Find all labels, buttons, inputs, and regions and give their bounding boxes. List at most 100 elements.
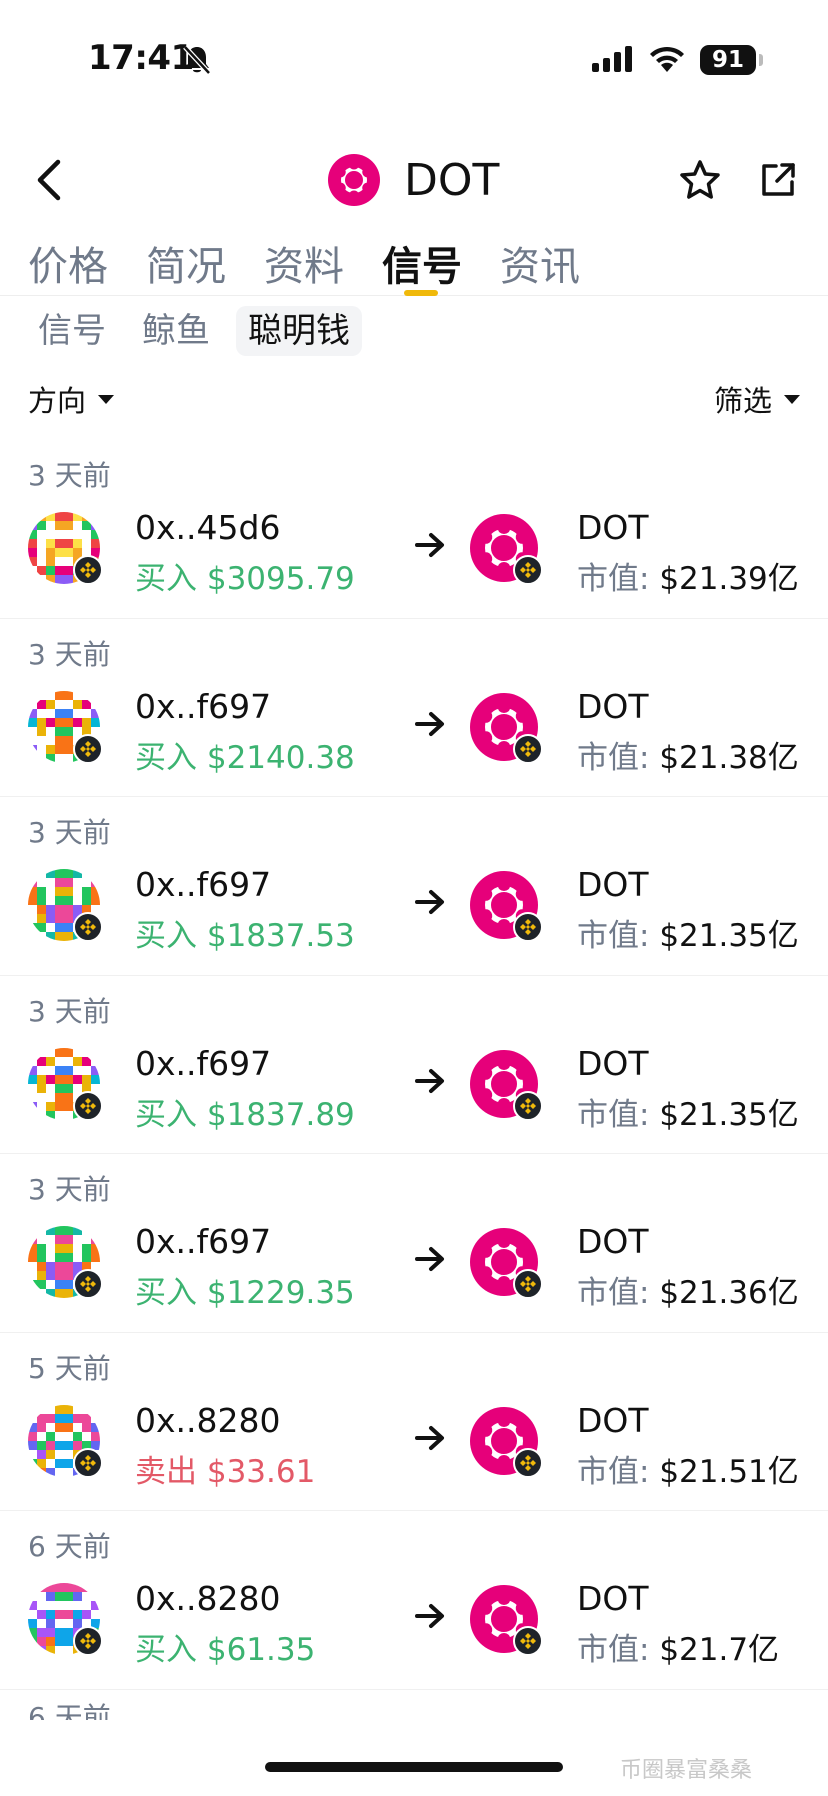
row-time: 3 天前 xyxy=(28,816,111,849)
home-indicator[interactable] xyxy=(265,1762,563,1772)
wallet-address[interactable]: 0x..8280 xyxy=(135,1401,281,1440)
token-name: DOT xyxy=(577,1579,649,1618)
trade-action: 卖出 $33.61 xyxy=(135,1446,315,1491)
trade-amount: $1229.35 xyxy=(206,1275,355,1311)
arrow-right-icon xyxy=(414,709,446,743)
market-cap: 市值: $21.51亿 xyxy=(577,1446,799,1491)
sub-tabs: 信号 鲸鱼 聪明钱 xyxy=(0,306,828,356)
market-cap-value: $21.36亿 xyxy=(659,1275,799,1311)
bnb-chain-icon xyxy=(513,1090,543,1121)
subtab-smart-money[interactable]: 聪明钱 xyxy=(236,306,362,356)
wifi-icon xyxy=(648,44,686,76)
wallet-address[interactable]: 0x..f697 xyxy=(135,1222,271,1261)
wallet-address[interactable]: 0x..f697 xyxy=(135,1044,271,1083)
screen-filter[interactable]: 筛选 xyxy=(714,378,801,420)
subtab-whales[interactable]: 鲸鱼 xyxy=(130,306,222,356)
direction-filter[interactable]: 方向 xyxy=(28,378,115,420)
chevron-left-icon xyxy=(37,159,61,201)
bnb-chain-icon xyxy=(73,555,103,585)
trade-action-type: 买入 xyxy=(135,1632,197,1668)
tab-price[interactable]: 价格 xyxy=(28,234,108,292)
wallet-address[interactable]: 0x..f697 xyxy=(135,865,271,904)
subtab-signals[interactable]: 信号 xyxy=(26,306,118,356)
header: DOT xyxy=(0,140,828,220)
trade-action: 买入 $2140.38 xyxy=(135,732,355,777)
battery-icon: 91 xyxy=(700,45,756,75)
arrow-right-icon xyxy=(414,1244,446,1278)
list-item[interactable]: 3 天前 0x..f697 买入 $1837.53 DOT 市值: $21.35… xyxy=(0,797,828,976)
market-cap: 市值: $21.7亿 xyxy=(577,1624,779,1669)
tab-news[interactable]: 资讯 xyxy=(500,234,580,292)
page-title-text: DOT xyxy=(404,154,500,206)
market-cap-value: $21.35亿 xyxy=(659,1096,799,1133)
trade-amount: $1837.89 xyxy=(206,1096,355,1133)
row-time: 3 天前 xyxy=(28,1173,111,1206)
market-cap-label: 市值: xyxy=(577,1096,650,1133)
bnb-chain-icon xyxy=(513,1269,543,1299)
active-tab-indicator xyxy=(404,290,438,296)
bnb-chain-icon xyxy=(513,1626,543,1656)
row-time: 3 天前 xyxy=(28,994,111,1028)
market-cap: 市值: $21.38亿 xyxy=(577,732,799,777)
back-button[interactable] xyxy=(20,150,80,210)
token-name: DOT xyxy=(577,686,649,726)
token-name: DOT xyxy=(577,508,649,547)
main-tabs: 价格 简况 资料 信号 资讯 xyxy=(0,230,828,296)
market-cap-label: 市值: xyxy=(577,918,650,954)
market-cap-value: $21.51亿 xyxy=(659,1453,799,1490)
market-cap: 市值: $21.35亿 xyxy=(577,910,799,955)
star-icon xyxy=(680,160,720,199)
token-name: DOT xyxy=(577,1043,649,1083)
row-time: 6 天前 xyxy=(28,1530,111,1563)
trade-action-type: 买入 xyxy=(135,1275,197,1311)
list-item[interactable]: 6 天前 0x..8280 买入 $61.35 DOT 市值: $21.7亿 xyxy=(0,1511,828,1690)
smart-money-list: 3 天前 0x..45d6 买入 $3095.79 DOT 市值: $21.39… xyxy=(0,440,828,1690)
market-cap-value: $21.38亿 xyxy=(659,739,799,776)
tab-info[interactable]: 资料 xyxy=(264,234,344,292)
share-button[interactable] xyxy=(750,152,806,208)
bnb-chain-icon xyxy=(73,1090,103,1121)
trade-action: 买入 $61.35 xyxy=(135,1624,315,1669)
list-item[interactable]: 5 天前 0x..8280 卖出 $33.61 DOT 市值: $21.51亿 xyxy=(0,1333,828,1511)
list-item[interactable]: 3 天前 0x..f697 买入 $1837.89 DOT 市值: $21.35… xyxy=(0,976,828,1154)
trade-action-type: 买入 xyxy=(135,918,197,954)
tab-signals[interactable]: 信号 xyxy=(382,234,462,292)
bnb-chain-icon xyxy=(73,1626,103,1656)
favorite-button[interactable] xyxy=(672,152,728,208)
list-item[interactable]: 3 天前 0x..f697 买入 $2140.38 DOT 市值: $21.38… xyxy=(0,619,828,797)
trade-amount: $61.35 xyxy=(206,1632,316,1668)
wallet-address[interactable]: 0x..45d6 xyxy=(135,508,280,547)
wallet-address[interactable]: 0x..8280 xyxy=(135,1579,281,1618)
list-item[interactable]: 3 天前 0x..45d6 买入 $3095.79 DOT 市值: $21.39… xyxy=(0,440,828,619)
list-item[interactable]: 3 天前 0x..f697 买入 $1229.35 DOT 市值: $21.36… xyxy=(0,1154,828,1333)
wallet-address[interactable]: 0x..f697 xyxy=(135,687,271,726)
caret-down-icon xyxy=(98,394,115,404)
market-cap-label: 市值: xyxy=(577,561,650,597)
token-name: DOT xyxy=(577,1400,649,1440)
trade-action-type: 买入 xyxy=(135,561,197,597)
trade-amount: $3095.79 xyxy=(206,561,355,597)
bnb-chain-icon xyxy=(513,912,543,942)
arrow-right-icon xyxy=(414,1423,446,1457)
trade-action-type: 买入 xyxy=(135,739,197,776)
screen-filter-label: 筛选 xyxy=(714,384,773,418)
trade-action-type: 卖出 xyxy=(135,1453,197,1490)
market-cap-label: 市值: xyxy=(577,739,650,776)
row-time: 3 天前 xyxy=(28,637,111,671)
market-cap-label: 市值: xyxy=(577,1453,650,1490)
trade-action: 买入 $1229.35 xyxy=(135,1267,355,1312)
trade-amount: $2140.38 xyxy=(206,739,355,776)
status-time: 17:41 xyxy=(88,38,194,78)
arrow-right-icon xyxy=(414,530,446,564)
market-cap: 市值: $21.35亿 xyxy=(577,1089,799,1134)
cellular-signal-icon xyxy=(592,46,632,76)
trade-amount: $33.61 xyxy=(206,1453,316,1490)
market-cap-label: 市值: xyxy=(577,1632,650,1668)
market-cap: 市值: $21.39亿 xyxy=(577,553,799,598)
row-time: 5 天前 xyxy=(28,1351,111,1385)
trade-action: 买入 $1837.53 xyxy=(135,910,355,955)
tab-overview[interactable]: 简况 xyxy=(146,234,226,292)
status-bar: 17:41 91 xyxy=(0,0,828,120)
bell-muted-icon xyxy=(182,44,212,80)
token-name: DOT xyxy=(577,865,649,904)
